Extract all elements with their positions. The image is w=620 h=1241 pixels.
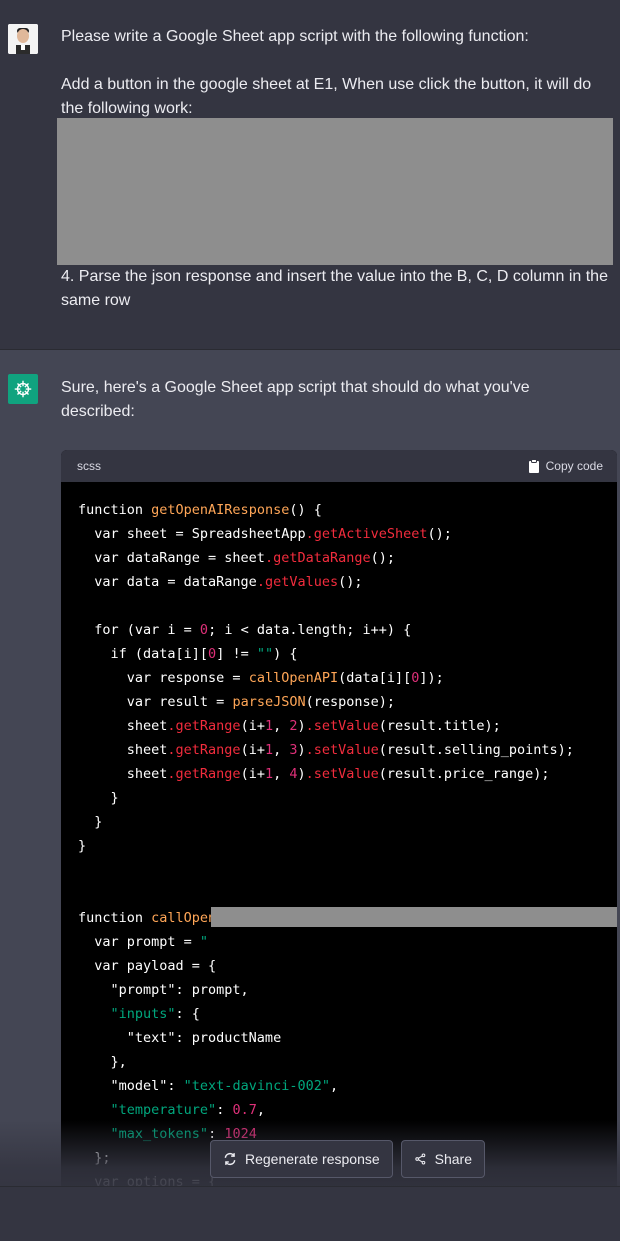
user-message: Please write a Google Sheet app script w… [0, 0, 620, 350]
code-line: }, [78, 1054, 127, 1070]
user-line-2: Add a button in the google sheet at E1, … [61, 76, 592, 117]
code-line: var payload = { [78, 958, 217, 974]
code-line: sheet.getRange(i+1, 2).setValue(result.t… [78, 718, 501, 734]
assistant-intro: Sure, here's a Google Sheet app script t… [61, 379, 530, 420]
share-label: Share [434, 1151, 472, 1167]
regenerate-response-button[interactable]: Regenerate response [210, 1140, 393, 1178]
redacted-block [57, 118, 613, 265]
code-content: function getOpenAIResponse() { var sheet… [61, 482, 617, 1200]
code-line: var dataRange = sheet.getDataRange(); [78, 550, 395, 566]
code-line: if (data[i][0] != "") { [78, 646, 298, 662]
user-message-text-2: 4. Parse the json response and insert th… [61, 265, 617, 313]
code-line: "inputs": { [110, 1006, 200, 1022]
code-block: scss Copy code function getOpenAIRespons… [61, 450, 617, 1200]
code-header: scss Copy code [61, 450, 617, 482]
redacted-prompt [211, 907, 617, 927]
code-language: scss [77, 459, 101, 473]
user-message-text: Please write a Google Sheet app script w… [61, 25, 617, 121]
code-line: } [78, 838, 87, 854]
user-line-3: 4. Parse the json response and insert th… [61, 268, 608, 309]
code-line: var data = dataRange.getValues(); [78, 574, 363, 590]
clipboard-icon [528, 459, 539, 473]
code-line: var prompt = " [78, 934, 209, 950]
copy-code-button[interactable]: Copy code [528, 459, 603, 473]
code-line: } [78, 814, 103, 830]
code-line: sheet.getRange(i+1, 3).setValue(result.s… [78, 742, 574, 758]
code-line: var response = callOpenAPI(data[i][0]); [78, 670, 444, 686]
share-icon [415, 1153, 426, 1165]
refresh-icon [224, 1152, 236, 1166]
share-button[interactable]: Share [401, 1140, 485, 1178]
code-line: function getOpenAIResponse() { [78, 502, 322, 518]
code-line: for (var i = 0; i < data.length; i++) { [78, 622, 412, 638]
user-line-1: Please write a Google Sheet app script w… [61, 28, 529, 45]
copy-code-label: Copy code [545, 459, 603, 473]
code-line: var sheet = SpreadsheetApp.getActiveShee… [78, 526, 452, 542]
user-avatar [8, 24, 38, 54]
chatgpt-logo-icon [8, 374, 38, 404]
code-line: "temperature": 0.7, [110, 1102, 265, 1118]
code-line: "text": productName [78, 1030, 282, 1046]
code-line: "model": "text-davinci-002", [78, 1078, 339, 1094]
code-line: "prompt": prompt, [78, 982, 249, 998]
assistant-message: Sure, here's a Google Sheet app script t… [0, 350, 620, 1200]
bottom-bar [0, 1186, 620, 1241]
code-line: } [78, 790, 119, 806]
code-line: var result = parseJSON(response); [78, 694, 395, 710]
regenerate-label: Regenerate response [245, 1151, 380, 1167]
code-line: sheet.getRange(i+1, 4).setValue(result.p… [78, 766, 550, 782]
